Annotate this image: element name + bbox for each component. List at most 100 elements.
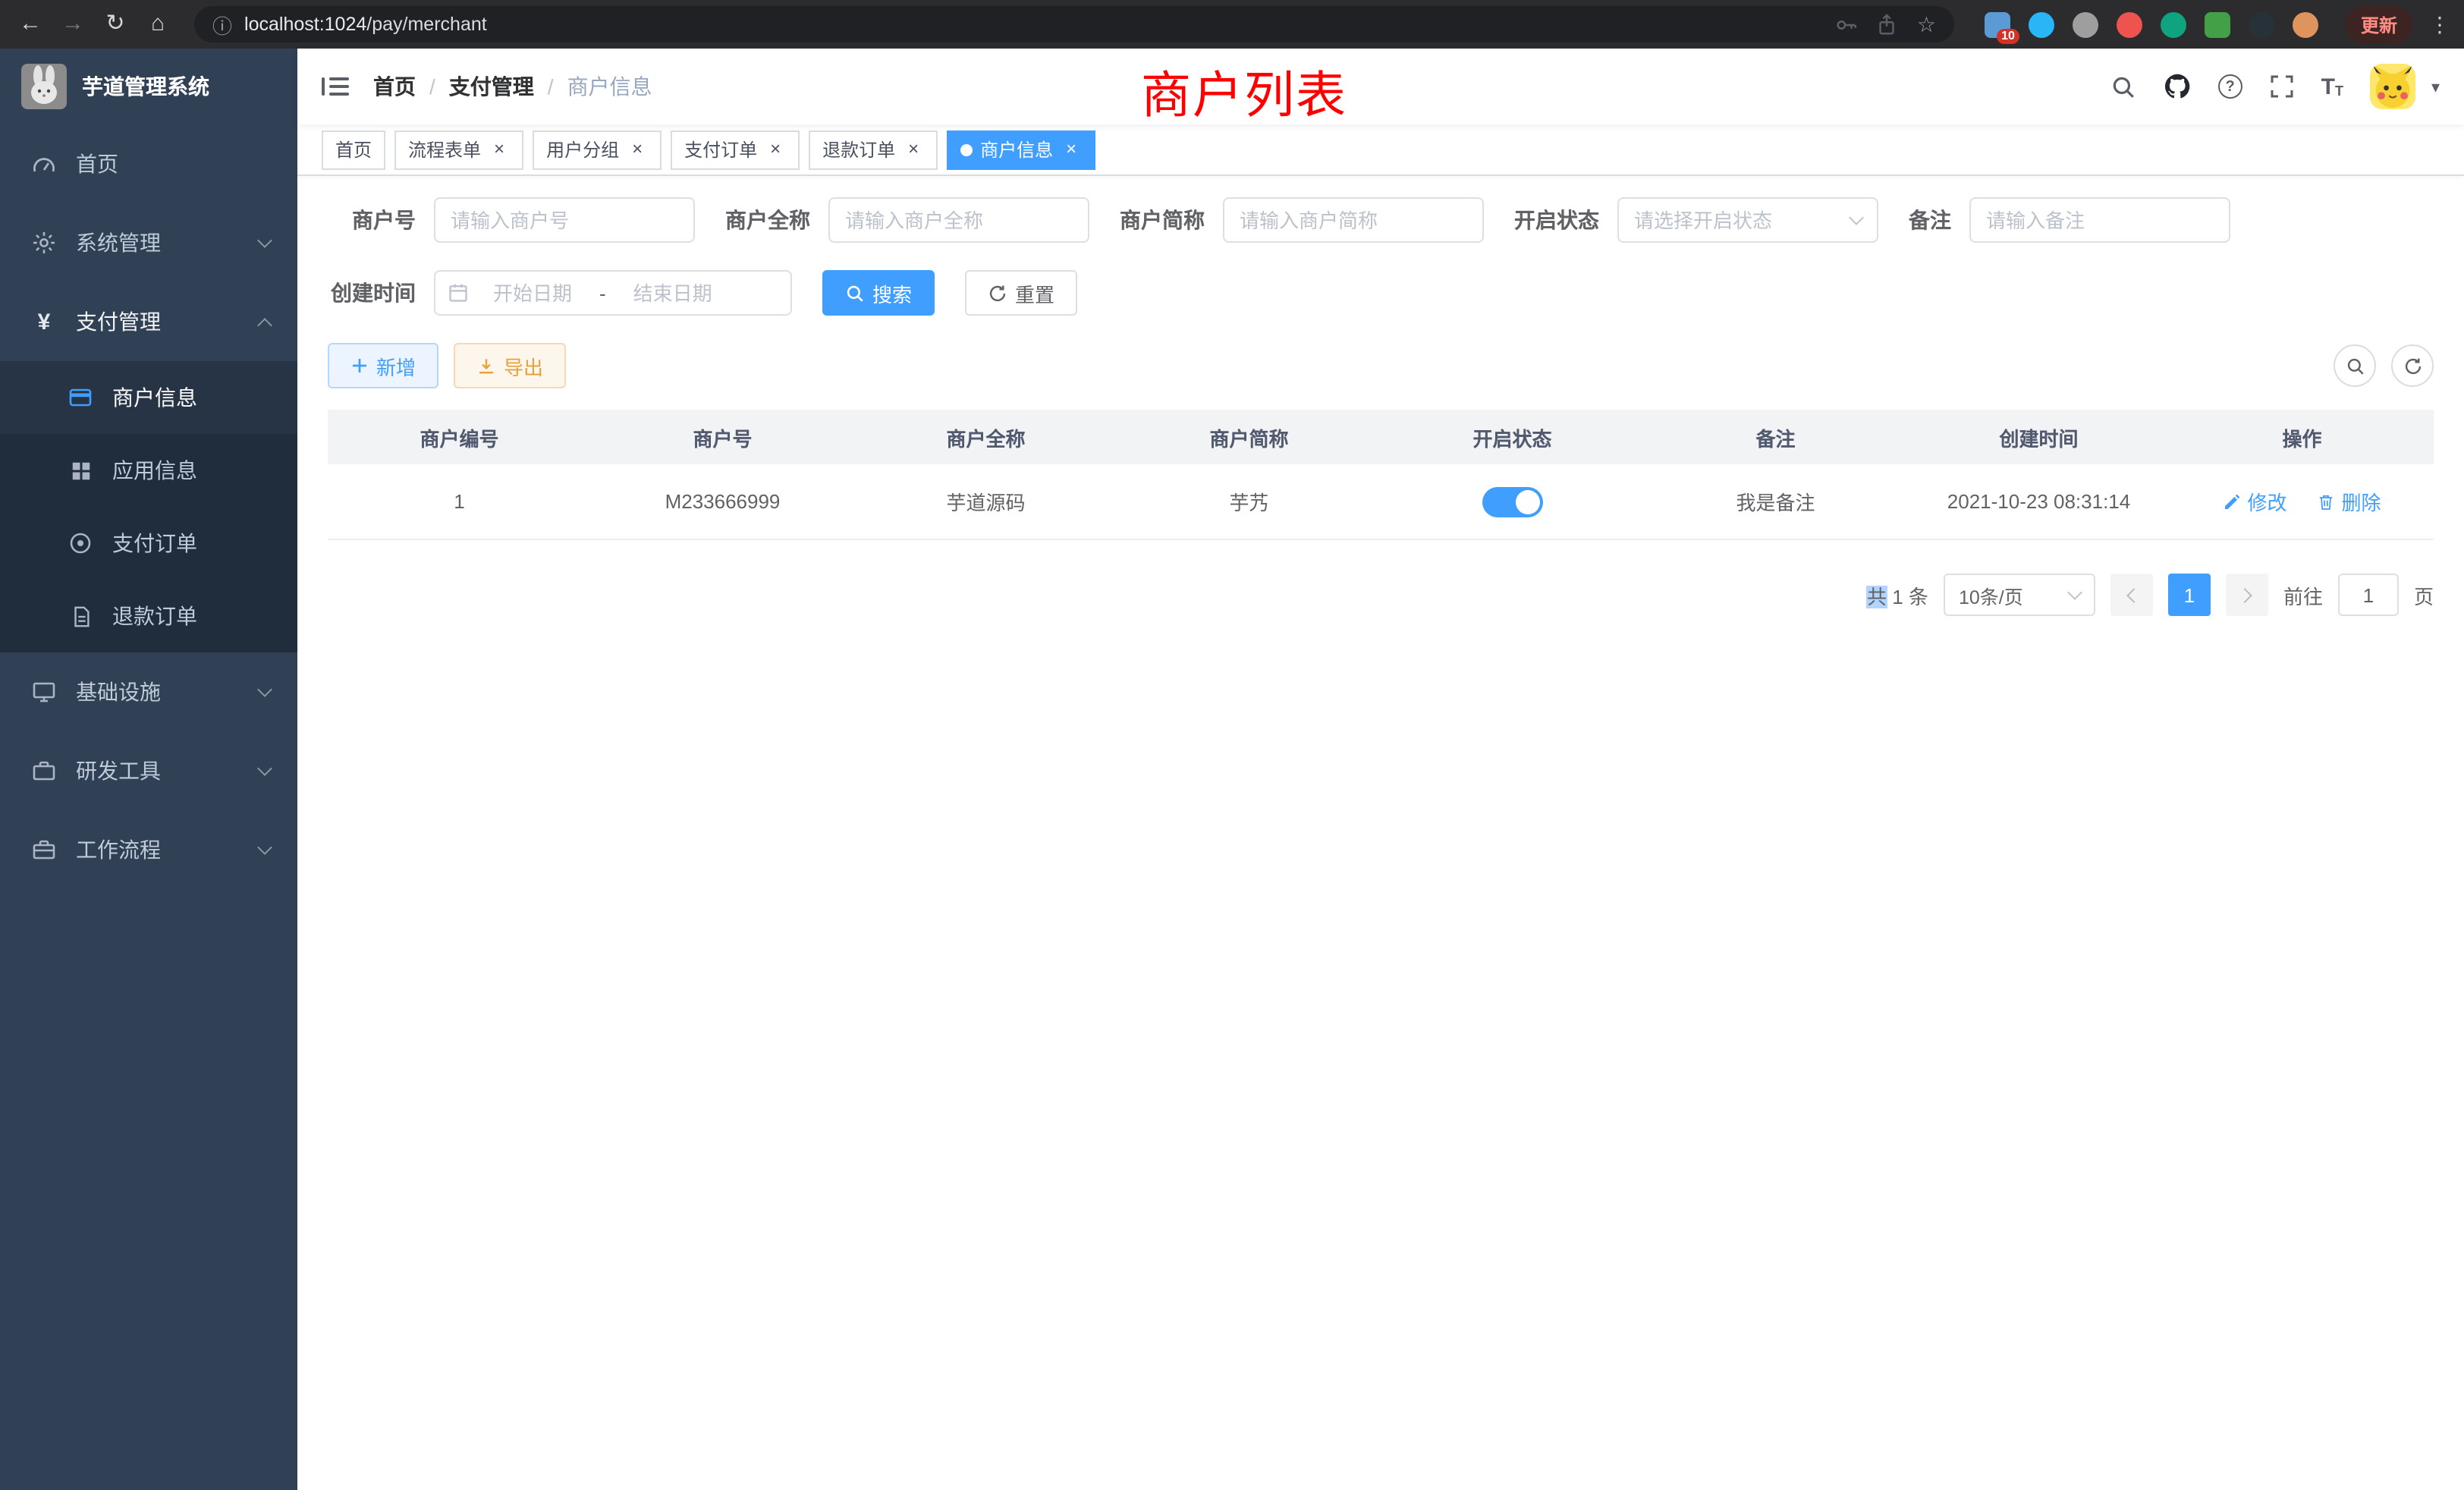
status-select[interactable] bbox=[1617, 197, 1878, 243]
add-button-label: 新增 bbox=[376, 351, 416, 380]
cell-full-name: 芋道源码 bbox=[854, 487, 1117, 516]
sidebar-item-label: 工作流程 bbox=[76, 835, 241, 865]
extension-icon[interactable]: 10 bbox=[1985, 11, 2010, 37]
short-name-input[interactable] bbox=[1223, 197, 1484, 243]
caret-down-icon[interactable]: ▾ bbox=[2431, 77, 2440, 96]
fullscreen-icon[interactable] bbox=[2270, 74, 2294, 99]
close-icon[interactable]: × bbox=[489, 139, 510, 160]
main-panel: 首页 / 支付管理 / 商户信息 ? bbox=[297, 49, 2464, 1490]
close-icon[interactable]: × bbox=[1061, 139, 1082, 160]
start-date-input[interactable] bbox=[475, 281, 590, 304]
tab-merchant-info[interactable]: 商户信息 × bbox=[947, 130, 1095, 169]
close-icon[interactable]: × bbox=[903, 139, 924, 160]
refresh-button[interactable] bbox=[2391, 344, 2434, 387]
sidebar-item-pay-order[interactable]: 支付订单 bbox=[0, 507, 297, 580]
prev-page-button[interactable] bbox=[2110, 574, 2153, 616]
breadcrumb-item[interactable]: 首页 bbox=[373, 71, 416, 102]
dashboard-icon bbox=[30, 152, 58, 176]
sidebar-item-home[interactable]: 首页 bbox=[0, 124, 297, 203]
add-button[interactable]: 新增 bbox=[328, 343, 438, 388]
browser-update-button[interactable]: 更新 bbox=[2346, 5, 2412, 43]
reset-button[interactable]: 重置 bbox=[965, 270, 1077, 316]
sidebar-item-system[interactable]: 系统管理 bbox=[0, 203, 297, 282]
reload-icon[interactable]: ↻ bbox=[97, 0, 134, 49]
goto-page-input[interactable] bbox=[2338, 574, 2399, 616]
filter-full-name: 商户全称 bbox=[725, 197, 1089, 243]
tab-label: 首页 bbox=[335, 137, 372, 162]
back-icon[interactable]: ← bbox=[12, 0, 49, 49]
help-icon[interactable]: ? bbox=[2218, 74, 2242, 99]
sidebar-item-dev-tools[interactable]: 研发工具 bbox=[0, 731, 297, 810]
filter-label: 商户号 bbox=[328, 205, 416, 235]
share-icon[interactable] bbox=[1876, 13, 1899, 36]
forward-icon[interactable]: → bbox=[55, 0, 91, 49]
sidebar-item-workflow[interactable]: 工作流程 bbox=[0, 810, 297, 889]
yen-icon: ¥ bbox=[30, 309, 58, 335]
extension-icon[interactable] bbox=[2073, 11, 2098, 37]
tab-home[interactable]: 首页 bbox=[322, 130, 385, 169]
github-icon[interactable] bbox=[2164, 73, 2191, 100]
search-icon[interactable] bbox=[2110, 74, 2136, 99]
gear-icon bbox=[30, 231, 58, 255]
address-bar[interactable]: ⓘ localhost:1024/pay/merchant ☆ bbox=[194, 6, 1954, 42]
browser-menu-icon[interactable]: ⋮ bbox=[2428, 11, 2452, 37]
page-content: 商户号 商户全称 商户简称 开启状态 bbox=[297, 176, 2464, 1490]
sidebar-item-merchant-info[interactable]: 商户信息 bbox=[0, 361, 297, 434]
tab-refund-order[interactable]: 退款订单 × bbox=[809, 130, 938, 169]
screen: ← → ↻ ⌂ ⓘ localhost:1024/pay/merchant ☆ … bbox=[0, 0, 2464, 1490]
remark-input[interactable] bbox=[1969, 197, 2230, 243]
tab-process-form[interactable]: 流程表单 × bbox=[394, 130, 523, 169]
toggle-search-button[interactable] bbox=[2334, 344, 2376, 387]
chevron-right-icon bbox=[2237, 587, 2252, 602]
site-info-icon[interactable]: ⓘ bbox=[212, 10, 232, 39]
extension-icon[interactable] bbox=[2161, 11, 2186, 37]
filter-label: 开启状态 bbox=[1514, 205, 1599, 235]
next-page-button[interactable] bbox=[2226, 574, 2268, 616]
page-number-button[interactable]: 1 bbox=[2168, 574, 2211, 616]
app: 芋道管理系统 首页 系统管理 ¥ 支付管理 bbox=[0, 49, 2464, 1490]
credit-card-icon bbox=[67, 385, 94, 410]
end-date-input[interactable] bbox=[615, 281, 731, 304]
tab-user-group[interactable]: 用户分组 × bbox=[533, 130, 662, 169]
question-glyph: ? bbox=[2218, 74, 2242, 99]
extension-icon[interactable] bbox=[2293, 11, 2318, 37]
cell-remark: 我是备注 bbox=[1644, 487, 1907, 516]
home-icon[interactable]: ⌂ bbox=[140, 0, 176, 49]
breadcrumb-item[interactable]: 支付管理 bbox=[449, 71, 534, 102]
sidebar-item-refund-order[interactable]: 退款订单 bbox=[0, 580, 297, 652]
table-toolbar: 新增 导出 bbox=[328, 343, 2434, 388]
merchant-no-input[interactable] bbox=[434, 197, 695, 243]
page-size-select[interactable]: 10条/页 bbox=[1944, 574, 2095, 616]
sidebar-item-payment[interactable]: ¥ 支付管理 bbox=[0, 282, 297, 361]
extension-icon[interactable] bbox=[2205, 11, 2230, 37]
close-icon[interactable]: × bbox=[765, 139, 786, 160]
status-toggle[interactable] bbox=[1482, 486, 1543, 517]
logo[interactable]: 芋道管理系统 bbox=[0, 49, 297, 124]
hamburger-icon[interactable] bbox=[322, 74, 349, 99]
export-button[interactable]: 导出 bbox=[454, 343, 566, 388]
date-range-picker[interactable]: - bbox=[434, 270, 792, 316]
sidebar-item-app-info[interactable]: 应用信息 bbox=[0, 434, 297, 507]
extension-icon[interactable] bbox=[2029, 11, 2054, 37]
reset-button-label: 重置 bbox=[1015, 278, 1054, 307]
status-select-input[interactable] bbox=[1617, 197, 1878, 243]
filter-row-1: 商户号 商户全称 商户简称 开启状态 bbox=[328, 197, 2434, 243]
delete-link[interactable]: 删除 bbox=[2318, 487, 2381, 516]
sidebar-item-infrastructure[interactable]: 基础设施 bbox=[0, 652, 297, 731]
tab-label: 商户信息 bbox=[980, 137, 1053, 162]
chevron-down-icon bbox=[257, 839, 272, 854]
search-button[interactable]: 搜索 bbox=[822, 270, 935, 316]
bookmark-star-icon[interactable]: ☆ bbox=[1917, 11, 1936, 37]
close-icon[interactable]: × bbox=[627, 139, 648, 160]
extension-icon[interactable] bbox=[2117, 11, 2142, 37]
full-name-input[interactable] bbox=[828, 197, 1089, 243]
edit-link[interactable]: 修改 bbox=[2223, 487, 2286, 516]
top-navbar: 首页 / 支付管理 / 商户信息 ? bbox=[297, 49, 2464, 124]
avatar[interactable] bbox=[2371, 64, 2416, 109]
filter-remark: 备注 bbox=[1909, 197, 2230, 243]
tab-pay-order[interactable]: 支付订单 × bbox=[671, 130, 800, 169]
extension-icon[interactable] bbox=[2249, 11, 2274, 37]
font-size-icon[interactable]: TT bbox=[2321, 75, 2343, 98]
password-key-icon[interactable] bbox=[1835, 13, 1858, 36]
browser-toolbar: ← → ↻ ⌂ ⓘ localhost:1024/pay/merchant ☆ … bbox=[0, 0, 2464, 49]
